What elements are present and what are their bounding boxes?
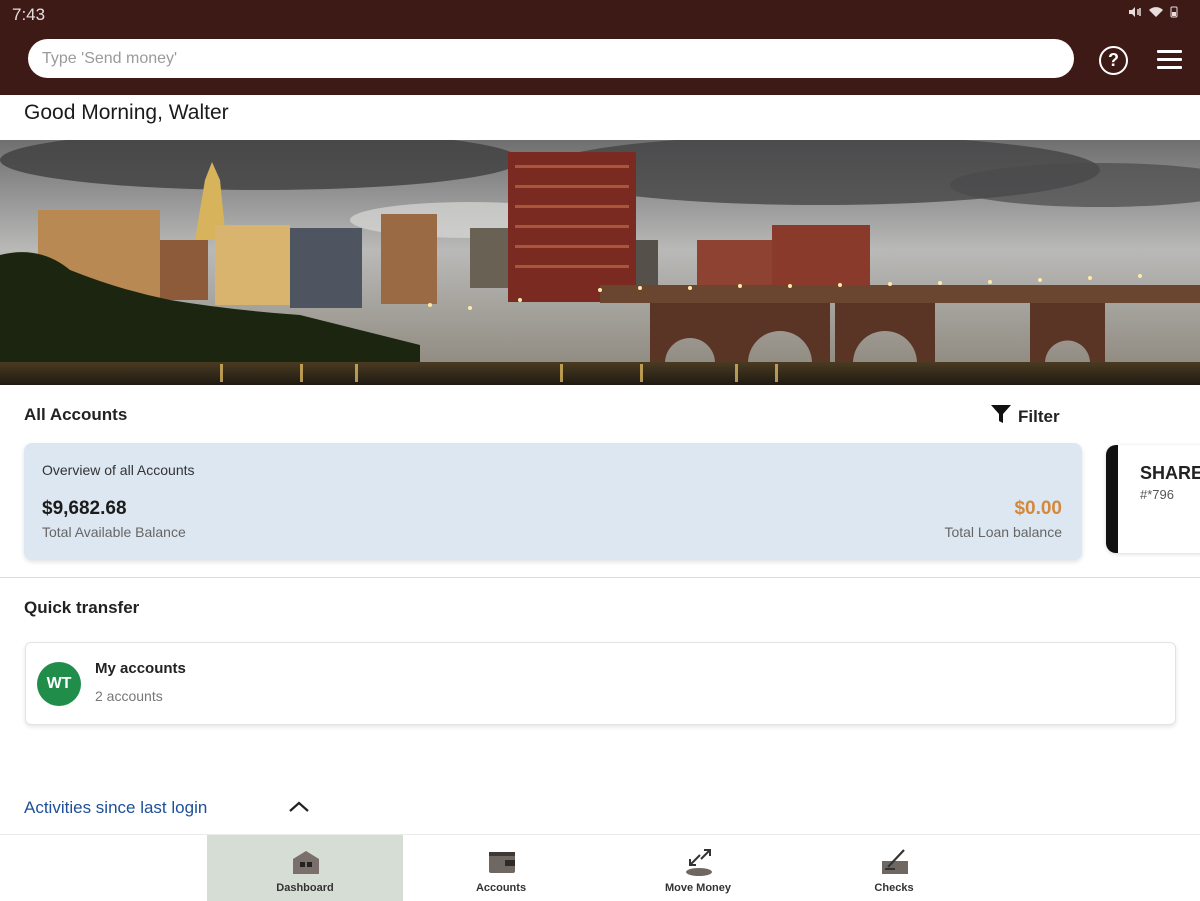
overview-title: Overview of all Accounts <box>42 462 195 478</box>
search-input[interactable] <box>28 39 1074 78</box>
bottom-nav: Dashboard Accounts Move Money Checks <box>0 834 1200 901</box>
accounts-overview-card[interactable]: Overview of all Accounts $9,682.68 Total… <box>24 443 1082 560</box>
mute-icon <box>1128 6 1142 21</box>
filter-label: Filter <box>1018 406 1060 426</box>
wifi-icon <box>1148 6 1164 21</box>
nav-move-money-label: Move Money <box>664 882 731 894</box>
nav-dashboard-label: Dashboard <box>276 882 334 894</box>
share-account-card[interactable]: SHARE #*796 <box>1106 445 1200 553</box>
nav-dashboard[interactable]: Dashboard <box>207 835 403 901</box>
nav-checks-label: Checks <box>874 882 914 894</box>
status-icons <box>1128 6 1178 21</box>
loan-balance: $0.00 <box>1014 498 1062 519</box>
loan-balance-label: Total Loan balance <box>944 524 1062 540</box>
quick-transfer-name: My accounts <box>95 660 186 677</box>
nav-move-money[interactable]: Move Money <box>600 835 796 901</box>
all-accounts-title: All Accounts <box>24 405 128 424</box>
greeting-title: Good Morning, Walter <box>24 101 229 124</box>
avatar: WT <box>37 662 81 706</box>
activities-link[interactable]: Activities since last login <box>24 798 207 818</box>
share-account-number: #*796 <box>1140 487 1174 502</box>
hamburger-menu-icon[interactable] <box>1157 50 1182 72</box>
help-icon[interactable]: ? <box>1099 46 1128 75</box>
section-divider <box>0 577 1200 578</box>
available-balance: $9,682.68 <box>42 498 127 519</box>
available-balance-label: Total Available Balance <box>42 524 186 540</box>
nav-accounts-label: Accounts <box>475 882 527 894</box>
wallet-icon <box>487 847 517 877</box>
filter-icon <box>990 403 1012 430</box>
banner-image <box>0 140 1200 385</box>
battery-icon <box>1170 6 1178 21</box>
quick-transfer-card[interactable]: WT My accounts 2 accounts <box>25 642 1176 725</box>
chevron-up-icon[interactable] <box>287 797 311 817</box>
filter-button[interactable]: Filter <box>990 403 1060 430</box>
dashboard-icon <box>291 847 321 877</box>
move-money-icon <box>684 847 714 877</box>
quick-transfer-subtitle: 2 accounts <box>95 688 163 704</box>
app-bar: 7:43 ? <box>0 0 1200 95</box>
quick-transfer-title: Quick transfer <box>24 598 140 617</box>
share-account-name: SHARE <box>1140 463 1200 483</box>
status-time: 7:43 <box>12 5 46 24</box>
nav-accounts[interactable]: Accounts <box>403 835 599 901</box>
check-icon <box>880 847 910 877</box>
nav-checks[interactable]: Checks <box>796 835 992 901</box>
